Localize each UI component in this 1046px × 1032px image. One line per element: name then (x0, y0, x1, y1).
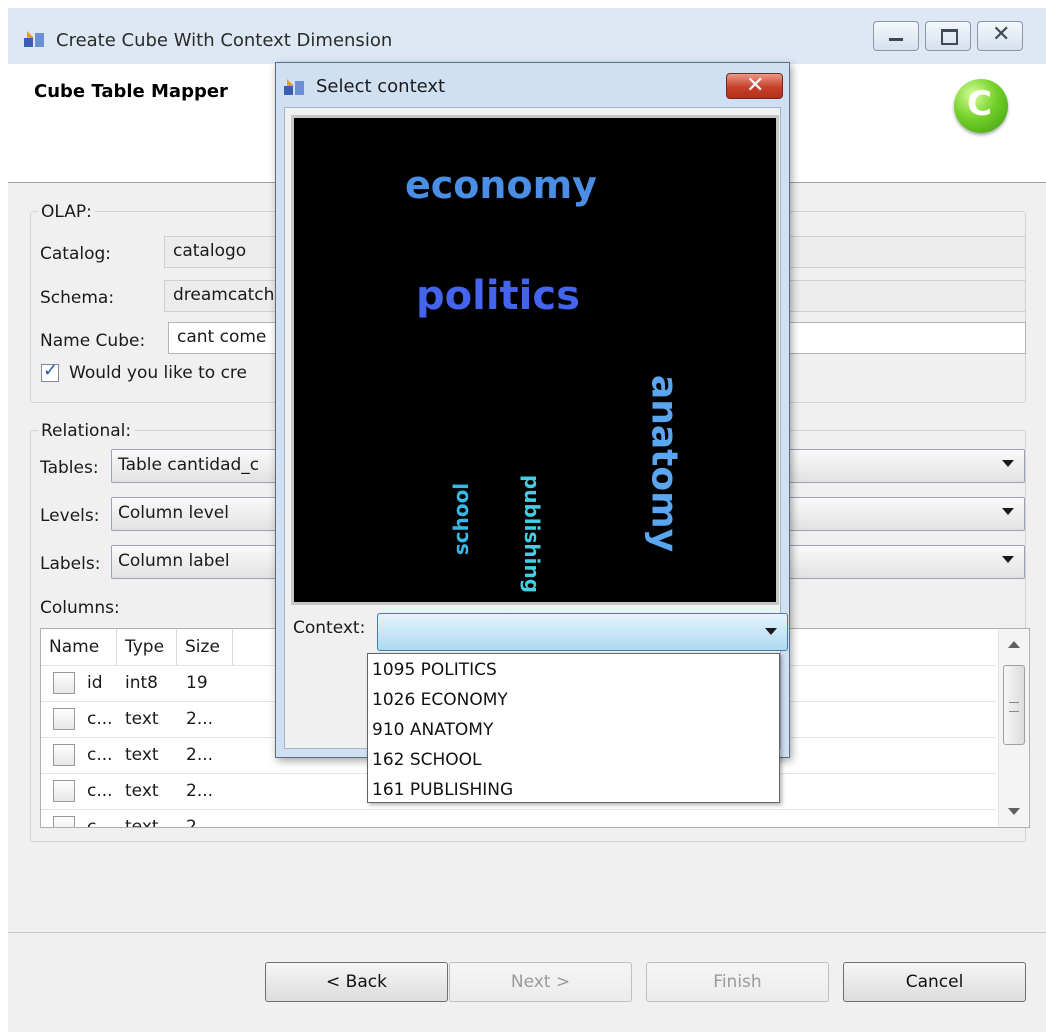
scrollbar-thumb[interactable] (1003, 665, 1025, 745)
cell-name: c... (87, 817, 113, 828)
scroll-up-arrow-icon[interactable] (1008, 641, 1020, 648)
word-cloud[interactable]: economy politics anatomy school publishi… (291, 115, 779, 605)
relational-group-label: Relational: (38, 421, 135, 441)
chevron-down-icon (765, 628, 777, 635)
scroll-down-arrow-icon[interactable] (1008, 808, 1020, 815)
cell-type: int8 (125, 673, 158, 693)
levels-select-value: Column level (118, 503, 229, 523)
cell-size: 2... (186, 781, 214, 801)
cell-type: text (125, 745, 159, 765)
labels-label: Labels: (40, 554, 101, 574)
table-row[interactable]: c... text 2... (41, 809, 996, 828)
cell-name: c... (87, 781, 113, 801)
create-context-checkbox-label: Would you like to cre (69, 363, 247, 383)
row-checkbox[interactable] (53, 708, 75, 730)
button-separator (8, 932, 1046, 933)
context-option-anatomy[interactable]: 910 ANATOMY (372, 715, 493, 745)
row-checkbox[interactable] (53, 780, 75, 802)
context-option-politics[interactable]: 1095 POLITICS (372, 655, 497, 685)
minimize-icon (889, 38, 903, 41)
levels-label: Levels: (40, 506, 100, 526)
word-anatomy[interactable]: anatomy (644, 364, 685, 564)
page-title: Cube Table Mapper (34, 81, 228, 102)
maximize-icon (941, 29, 958, 45)
context-option-publishing[interactable]: 161 PUBLISHING (372, 775, 513, 805)
chevron-down-icon (1002, 508, 1014, 515)
close-window-button[interactable]: ✕ (977, 21, 1023, 51)
olap-group-label: OLAP: (38, 202, 95, 222)
cell-name: c... (87, 709, 113, 729)
schema-label: Schema: (40, 288, 115, 308)
dialog-close-button[interactable]: ✕ (726, 73, 783, 99)
cube-app-icon (24, 31, 44, 47)
maximize-button[interactable] (925, 21, 971, 51)
finish-button[interactable]: Finish (646, 962, 829, 1002)
cancel-button[interactable]: Cancel (843, 962, 1026, 1002)
close-icon: ✕ (746, 73, 765, 98)
grip-icon (1009, 702, 1019, 712)
title-bar: Create Cube With Context Dimension ✕ (8, 8, 1046, 64)
cell-size: 19 (186, 673, 208, 693)
chevron-down-icon (1002, 556, 1014, 563)
row-checkbox[interactable] (53, 672, 75, 694)
word-school[interactable]: school (449, 464, 473, 574)
context-option-school[interactable]: 162 SCHOOL (372, 745, 482, 775)
tables-label: Tables: (40, 458, 99, 478)
cube-app-icon (284, 79, 304, 95)
window-title: Create Cube With Context Dimension (56, 30, 393, 51)
context-select[interactable] (377, 613, 788, 651)
cell-name: id (87, 673, 103, 693)
cell-type: text (125, 817, 159, 828)
word-publishing[interactable]: publishing (520, 464, 544, 604)
context-dropdown-list: 1095 POLITICS 1026 ECONOMY 910 ANATOMY 1… (367, 653, 780, 803)
next-button[interactable]: Next > (449, 962, 632, 1002)
table-scrollbar[interactable] (998, 629, 1029, 827)
green-c-logo-icon: C (954, 79, 1008, 133)
context-option-economy[interactable]: 1026 ECONOMY (372, 685, 508, 715)
cell-size: 2... (186, 709, 214, 729)
columns-label: Columns: (40, 598, 120, 618)
cell-type: text (125, 781, 159, 801)
context-label: Context: (293, 618, 366, 638)
cell-type: text (125, 709, 159, 729)
column-header-size[interactable]: Size (177, 629, 233, 665)
name-cube-label: Name Cube: (40, 331, 146, 351)
cell-size: 2... (186, 745, 214, 765)
tables-select-value: Table cantidad_c (118, 455, 260, 475)
dialog-title: Select context (316, 76, 446, 97)
create-context-checkbox[interactable]: ✓ (41, 360, 59, 382)
column-header-name[interactable]: Name (41, 629, 117, 665)
labels-select-value: Column label (118, 551, 230, 571)
word-economy[interactable]: economy (405, 163, 597, 207)
checkmark-icon: ✓ (43, 360, 59, 381)
catalog-label: Catalog: (40, 244, 112, 264)
minimize-button[interactable] (873, 21, 919, 51)
row-checkbox[interactable] (53, 816, 75, 827)
close-icon: ✕ (992, 22, 1011, 47)
logo-letter: C (967, 84, 992, 124)
cell-size: 2... (186, 817, 214, 828)
back-button[interactable]: < Back (265, 962, 448, 1002)
cell-name: c... (87, 745, 113, 765)
word-politics[interactable]: politics (416, 273, 580, 319)
row-checkbox[interactable] (53, 744, 75, 766)
column-header-type[interactable]: Type (117, 629, 177, 665)
chevron-down-icon (1002, 460, 1014, 467)
